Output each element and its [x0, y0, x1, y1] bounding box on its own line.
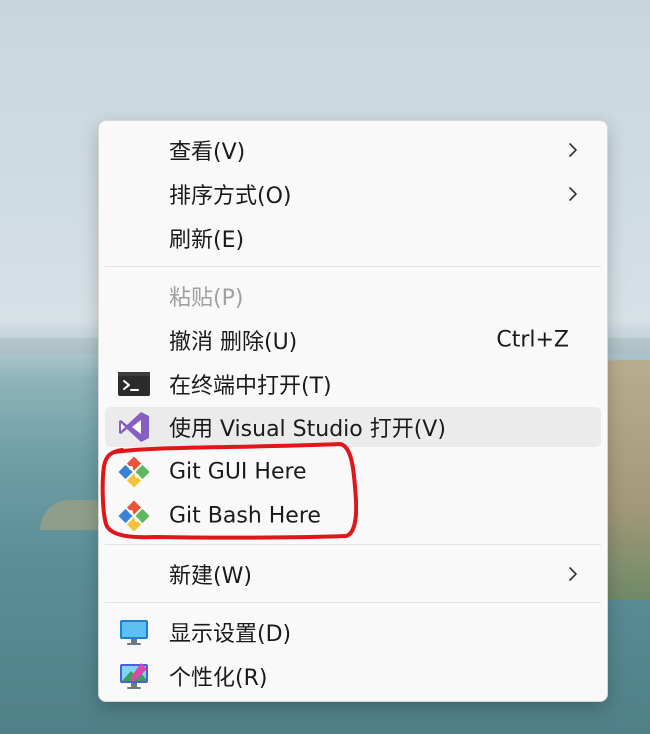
menu-item-shortcut: Ctrl+Z — [496, 327, 569, 353]
menu-item-label: 个性化(R) — [169, 666, 268, 691]
annotation-circle — [100, 442, 358, 540]
visual-studio-icon — [119, 412, 149, 442]
menu-item-label: 显示设置(D) — [169, 622, 292, 647]
menu-item-view[interactable]: 查看(V) — [105, 130, 601, 170]
menu-item-new[interactable]: 新建(W) — [105, 554, 601, 594]
menu-separator — [105, 602, 601, 603]
menu-item-refresh[interactable]: 刷新(E) — [105, 218, 601, 258]
menu-item-label: 使用 Visual Studio 打开(V) — [169, 417, 446, 442]
menu-item-label: 在终端中打开(T) — [169, 374, 332, 399]
menu-separator — [105, 266, 601, 267]
menu-item-open-in-terminal[interactable]: 在终端中打开(T) — [105, 364, 601, 404]
menu-item-label: 新建(W) — [169, 564, 252, 589]
menu-item-sort-by[interactable]: 排序方式(O) — [105, 174, 601, 214]
menu-item-label: 排序方式(O) — [169, 184, 292, 209]
menu-separator — [105, 544, 601, 545]
menu-item-label: 撤消 删除(U) — [169, 330, 298, 355]
display-settings-icon — [120, 620, 148, 645]
menu-item-label: 刷新(E) — [169, 228, 245, 253]
menu-item-label: 查看(V) — [169, 140, 246, 165]
menu-item-label: 粘贴(P) — [169, 286, 244, 311]
menu-item-paste: 粘贴(P) — [105, 276, 601, 316]
chevron-right-icon — [569, 187, 577, 201]
terminal-icon — [118, 372, 150, 396]
chevron-right-icon — [569, 567, 577, 581]
chevron-right-icon — [569, 143, 577, 157]
menu-item-personalize[interactable]: 个性化(R) — [105, 656, 601, 696]
personalize-icon — [120, 663, 148, 689]
menu-item-undo-delete[interactable]: 撤消 删除(U) Ctrl+Z — [105, 320, 601, 360]
context-menu: 查看(V) 排序方式(O) 刷新(E) 粘贴(P) 撤消 删除(U) Ctrl+… — [98, 120, 608, 702]
menu-item-display-settings[interactable]: 显示设置(D) — [105, 612, 601, 652]
